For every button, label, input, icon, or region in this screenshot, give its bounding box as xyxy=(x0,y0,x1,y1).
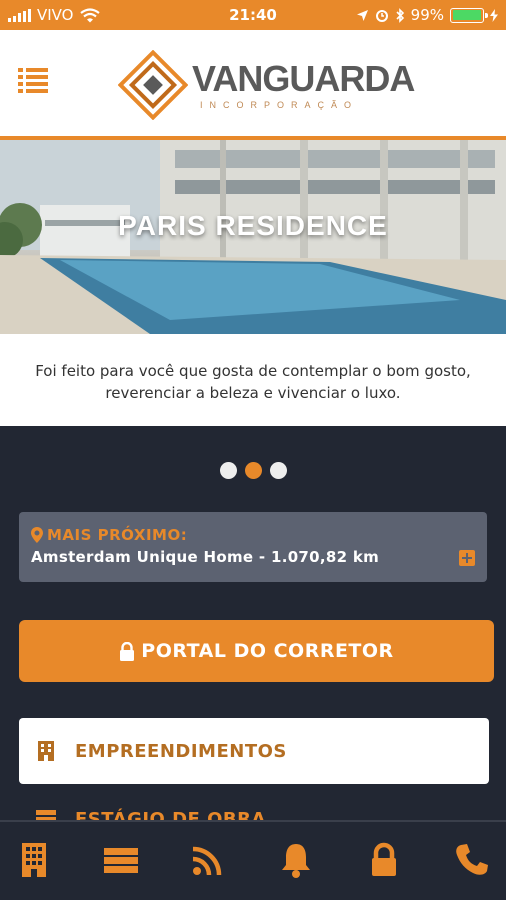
status-bar: VIVO 21:40 99% xyxy=(0,0,506,30)
battery-percent: 99% xyxy=(410,6,444,24)
status-right: 99% xyxy=(356,0,498,30)
hero-caption: Foi feito para você que gosta de contemp… xyxy=(0,334,506,426)
tab-building-icon[interactable] xyxy=(14,840,54,880)
hero-title: PARIS RESIDENCE xyxy=(118,210,388,241)
location-arrow-icon xyxy=(356,9,368,21)
bottom-tab-bar xyxy=(0,820,506,900)
brand-name: VANGUARDA xyxy=(192,58,415,99)
map-marker-icon xyxy=(31,527,43,543)
alarm-icon xyxy=(375,10,388,22)
broker-portal-button[interactable]: PORTAL DO CORRETOR xyxy=(19,620,494,682)
building-icon xyxy=(38,741,54,761)
menu-item-label: EMPREENDIMENTOS xyxy=(75,740,287,762)
carousel-dot-1[interactable] xyxy=(219,462,237,479)
nearest-property-card[interactable]: MAIS PRÓXIMO: Amsterdam Unique Home - 1.… xyxy=(19,512,487,582)
carousel-pagination xyxy=(0,462,506,479)
tab-rss-icon[interactable] xyxy=(188,840,228,880)
hamburger-menu-icon[interactable] xyxy=(18,68,48,94)
caption-line-2: reverenciar a beleza e vivenciar o luxo. xyxy=(105,384,401,402)
broker-portal-label: PORTAL DO CORRETOR xyxy=(141,640,394,662)
nearest-label: MAIS PRÓXIMO: xyxy=(47,526,188,544)
lock-icon xyxy=(120,641,135,661)
caption-line-1: Foi feito para você que gosta de contemp… xyxy=(35,362,471,380)
tab-server-icon[interactable] xyxy=(101,840,141,880)
tab-lock-icon[interactable] xyxy=(364,840,404,880)
app-header: VANGUARDA INCORPORAÇÃO xyxy=(0,30,506,138)
nearest-value: Amsterdam Unique Home - 1.070,82 km xyxy=(31,548,380,566)
carousel-dot-3[interactable] xyxy=(269,462,287,479)
tab-phone-icon[interactable] xyxy=(452,840,492,880)
brand-subtitle: INCORPORAÇÃO xyxy=(200,100,359,110)
logo-mark-icon xyxy=(118,50,188,120)
menu-item-empreendimentos[interactable]: EMPREENDIMENTOS xyxy=(19,718,489,784)
nearest-label-row: MAIS PRÓXIMO: xyxy=(31,526,187,544)
tab-bell-icon[interactable] xyxy=(276,840,316,880)
hero-banner[interactable]: PARIS RESIDENCE xyxy=(0,140,506,334)
charging-icon xyxy=(490,8,498,22)
carousel-dot-2-active[interactable] xyxy=(244,462,262,479)
brand-logo: VANGUARDA INCORPORAÇÃO xyxy=(118,50,415,124)
battery-icon xyxy=(450,7,488,23)
plus-square-icon[interactable] xyxy=(459,550,475,566)
bluetooth-icon xyxy=(396,7,404,23)
